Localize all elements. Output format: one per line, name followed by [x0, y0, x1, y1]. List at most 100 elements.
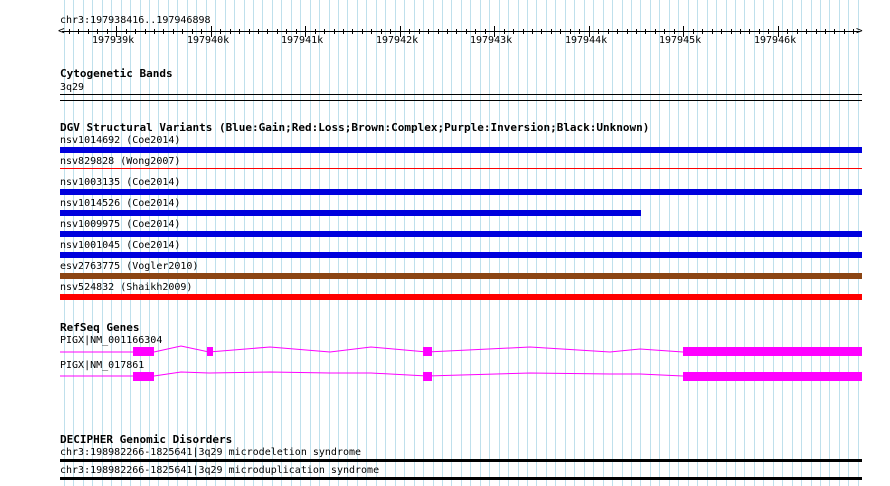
ruler-tick-minor: [589, 29, 590, 34]
ruler-tick-minor: [192, 29, 193, 34]
dgv-feature-bar[interactable]: [60, 210, 641, 216]
dgv-feature-label: nsv1014526 (Coe2014): [60, 198, 181, 209]
ruler-tick-label: 197943k: [470, 35, 513, 46]
cytoband-bar-bottom[interactable]: [60, 100, 862, 101]
ruler-tick-minor: [381, 29, 382, 34]
ruler-tick-minor: [636, 29, 637, 34]
refseq-track-title: RefSeq Genes: [60, 321, 140, 334]
grid-line: [858, 0, 859, 486]
ruler-tick-minor: [182, 29, 183, 34]
grid-line: [716, 0, 717, 486]
dgv-feature-label: nsv1001045 (Coe2014): [60, 240, 181, 251]
ruler-tick-minor: [69, 29, 70, 34]
grid-line: [707, 0, 708, 486]
ruler-tick-minor: [834, 29, 835, 34]
ruler-tick-minor: [135, 29, 136, 34]
ruler-tick-minor: [787, 29, 788, 34]
ruler-tick-minor: [230, 29, 231, 34]
ruler-tick-minor: [220, 29, 221, 34]
ruler-tick-minor: [97, 29, 98, 34]
transcript-label: PIGX|NM_001166304: [60, 335, 163, 346]
dgv-feature-bar[interactable]: [60, 168, 862, 169]
ruler-tick-minor: [315, 29, 316, 34]
ruler-tick-minor: [806, 29, 807, 34]
grid-line: [461, 0, 462, 486]
grid-line: [811, 0, 812, 486]
exon-block[interactable]: [207, 347, 213, 356]
grid-line: [480, 0, 481, 486]
dgv-track-title: DGV Structural Variants (Blue:Gain;Red:L…: [60, 121, 650, 134]
transcript-label: PIGX|NM_017861: [60, 360, 145, 371]
ruler-tick-minor: [721, 29, 722, 34]
ruler-tick-minor: [324, 29, 325, 34]
ruler-tick-minor: [334, 29, 335, 34]
ruler-tick-minor: [277, 29, 278, 34]
ruler-tick-minor: [664, 29, 665, 34]
ruler-tick-minor: [419, 29, 420, 34]
grid-line: [329, 0, 330, 486]
ruler-tick-label: 197941k: [281, 35, 324, 46]
ruler-tick-minor: [163, 29, 164, 34]
decipher-feature-bar[interactable]: [60, 477, 862, 480]
grid-line: [310, 0, 311, 486]
dgv-feature-label: nsv524832 (Shaikh2009): [60, 282, 193, 293]
decipher-feature-label: chr3:198982266-1825641|3q29 microduplica…: [60, 465, 380, 476]
ruler-tick-minor: [173, 29, 174, 34]
grid-line: [631, 0, 632, 486]
grid-line: [489, 0, 490, 486]
exon-block[interactable]: [133, 372, 154, 381]
grid-line: [527, 0, 528, 486]
grid-line: [763, 0, 764, 486]
grid-line: [829, 0, 830, 486]
ruler-right-arrow-icon: >: [856, 24, 863, 37]
grid-line: [640, 0, 641, 486]
dgv-feature-bar[interactable]: [60, 273, 862, 279]
ruler-tick-minor: [683, 29, 684, 34]
grid-line: [385, 0, 386, 486]
dgv-feature-bar[interactable]: [60, 189, 862, 195]
exon-block[interactable]: [423, 347, 432, 356]
grid-line: [697, 0, 698, 486]
ruler-tick-minor: [541, 29, 542, 34]
cytoband-bar-top[interactable]: [60, 94, 862, 95]
ruler-tick-minor: [296, 29, 297, 34]
dgv-feature-label: nsv1009975 (Coe2014): [60, 219, 181, 230]
grid-line: [253, 0, 254, 486]
grid-line: [612, 0, 613, 486]
grid-line: [451, 0, 452, 486]
ruler-tick-minor: [598, 29, 599, 34]
grid-line: [366, 0, 367, 486]
ruler-tick-label: 197944k: [565, 35, 608, 46]
ruler-tick-minor: [390, 29, 391, 34]
grid-line: [499, 0, 500, 486]
ruler-tick-minor: [532, 29, 533, 34]
ruler-tick-minor: [768, 29, 769, 34]
dgv-feature-bar[interactable]: [60, 147, 862, 153]
ruler-tick-minor: [409, 29, 410, 34]
ruler-tick-minor: [853, 29, 854, 34]
ruler-tick-label: 197939k: [92, 35, 135, 46]
ruler-tick-minor: [400, 29, 401, 34]
ruler-tick-minor: [485, 29, 486, 34]
grid-line: [433, 0, 434, 486]
ruler-tick-minor: [305, 29, 306, 34]
exon-block[interactable]: [423, 372, 432, 381]
grid-line: [272, 0, 273, 486]
ruler-tick-minor: [116, 29, 117, 34]
ruler-tick-minor: [645, 29, 646, 34]
grid-line: [555, 0, 556, 486]
dgv-feature-bar[interactable]: [60, 252, 862, 258]
dgv-feature-bar[interactable]: [60, 231, 862, 237]
exon-block[interactable]: [133, 347, 154, 356]
grid-line: [773, 0, 774, 486]
grid-line: [848, 0, 849, 486]
ruler-tick-minor: [249, 29, 250, 34]
ruler-tick-minor: [371, 29, 372, 34]
grid-line: [536, 0, 537, 486]
ruler-tick-minor: [466, 29, 467, 34]
dgv-feature-bar[interactable]: [60, 294, 862, 300]
ruler-tick-minor: [239, 29, 240, 34]
ruler-tick-minor: [447, 29, 448, 34]
decipher-feature-bar[interactable]: [60, 459, 862, 462]
cytoband-track-title: Cytogenetic Bands: [60, 67, 173, 80]
